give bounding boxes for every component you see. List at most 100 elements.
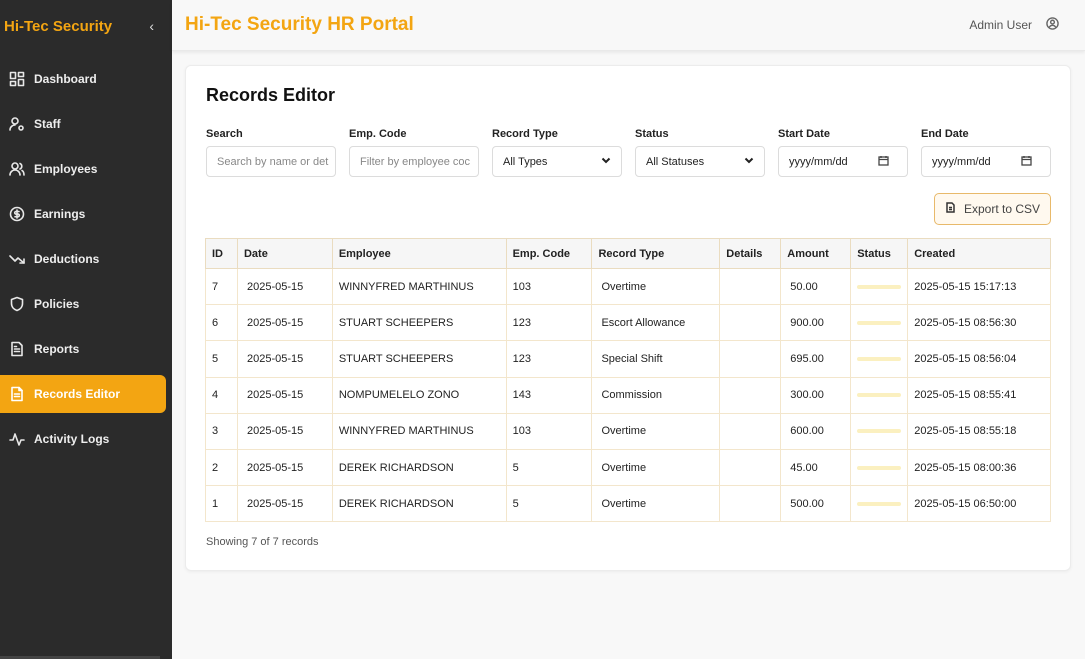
cell-id: 2 [205, 448, 238, 487]
start-date-value: yyyy/mm/dd [789, 155, 848, 168]
sidebar-item-reports[interactable]: Reports [0, 330, 166, 368]
search-label: Search [206, 128, 243, 140]
column-header[interactable]: Date [236, 238, 333, 269]
collapse-sidebar-icon[interactable]: ‹ [149, 18, 154, 34]
cell-id: 7 [205, 267, 238, 306]
sidebar-item-activity-logs[interactable]: Activity Logs [0, 420, 166, 458]
cell-amount: 695.00 [780, 340, 852, 378]
cell-emp-code: 123 [505, 304, 593, 342]
cell-emp-code: 103 [505, 267, 593, 306]
export-csv-button[interactable]: Export to CSV [934, 193, 1051, 225]
search-input[interactable]: Search by name or det [206, 146, 336, 177]
report-icon [9, 341, 25, 357]
start-date-label: Start Date [778, 128, 830, 140]
sidebar-item-label: Activity Logs [34, 432, 110, 446]
records-table: ID Date Employee Emp. Code Record Type D… [205, 238, 1051, 523]
trend-down-icon [9, 251, 25, 267]
table-row[interactable]: 6 2025-05-15 STUART SCHEEPERS 123 Escort… [205, 304, 1051, 342]
cell-status [850, 485, 909, 523]
column-header[interactable]: Employee [331, 238, 507, 269]
column-header[interactable]: Status [850, 238, 909, 269]
column-header[interactable]: Emp. Code [505, 238, 593, 269]
calendar-icon[interactable] [1021, 155, 1032, 169]
sidebar-item-dashboard[interactable]: Dashboard [0, 60, 166, 98]
sidebar-item-label: Reports [34, 342, 80, 356]
chevron-down-icon [601, 155, 611, 168]
filter-start-date: Start Date yyyy/mm/dd [778, 128, 908, 177]
cell-amount: 600.00 [780, 412, 852, 450]
cell-status [850, 304, 909, 342]
status-badge [857, 393, 902, 398]
table-row[interactable]: 2 2025-05-15 DEREK RICHARDSON 5 Overtime… [205, 448, 1051, 487]
status-select[interactable]: All Statuses [635, 146, 765, 177]
dollar-icon [9, 206, 25, 222]
sidebar-item-label: Policies [34, 297, 80, 311]
top-header: Hi-Tec Security HR Portal Admin User [172, 0, 1085, 51]
table-row[interactable]: 4 2025-05-15 NOMPUMELELO ZONO 143 Commis… [205, 376, 1051, 414]
table-row[interactable]: 3 2025-05-15 WINNYFRED MARTHINUS 103 Ove… [205, 412, 1051, 450]
column-header[interactable]: Amount [780, 238, 852, 269]
sidebar-item-policies[interactable]: Policies [0, 285, 166, 323]
cell-id: 3 [205, 412, 238, 450]
column-header[interactable]: Record Type [591, 238, 721, 269]
sidebar-item-earnings[interactable]: Earnings [0, 195, 166, 233]
cell-details [719, 412, 782, 450]
sidebar-item-staff[interactable]: Staff [0, 105, 166, 143]
sidebar-item-records-editor[interactable]: Records Editor [0, 375, 166, 413]
shield-icon [9, 296, 25, 312]
start-date-input[interactable]: yyyy/mm/dd [778, 146, 908, 177]
table-header-row: ID Date Employee Emp. Code Record Type D… [205, 238, 1051, 269]
cell-details [719, 485, 782, 523]
cell-record-type: Overtime [591, 412, 721, 450]
record-type-value: All Types [503, 155, 548, 168]
cell-id: 5 [205, 340, 238, 378]
cell-details [719, 267, 782, 306]
cell-record-type: Overtime [591, 485, 721, 523]
cell-emp-code: 143 [505, 376, 593, 414]
record-type-select[interactable]: All Types [492, 146, 622, 177]
grid-icon [9, 71, 25, 87]
end-date-value: yyyy/mm/dd [932, 155, 991, 168]
cell-employee: DEREK RICHARDSON [331, 485, 507, 523]
cell-employee: STUART SCHEEPERS [331, 340, 507, 378]
sidebar-item-employees[interactable]: Employees [0, 150, 166, 188]
column-header[interactable]: Created [907, 238, 1051, 269]
cell-employee: STUART SCHEEPERS [331, 304, 507, 342]
records-count: Showing 7 of 7 records [206, 536, 319, 548]
table-row[interactable]: 7 2025-05-15 WINNYFRED MARTHINUS 103 Ove… [205, 267, 1051, 306]
end-date-input[interactable]: yyyy/mm/dd [921, 146, 1051, 177]
cell-created: 2025-05-15 08:56:30 [907, 304, 1051, 342]
filters-row: Search Search by name or det Emp. Code F… [206, 128, 1051, 177]
cell-details [719, 340, 782, 378]
cell-created: 2025-05-15 08:55:41 [907, 376, 1051, 414]
status-label: Status [635, 128, 669, 140]
table-row[interactable]: 1 2025-05-15 DEREK RICHARDSON 5 Overtime… [205, 485, 1051, 523]
cell-amount: 500.00 [780, 485, 852, 523]
user-area: Admin User [969, 17, 1059, 33]
file-icon [945, 202, 956, 216]
cell-created: 2025-05-15 06:50:00 [907, 485, 1051, 523]
column-header[interactable]: Details [719, 238, 782, 269]
status-badge [857, 501, 902, 506]
sidebar-item-deductions[interactable]: Deductions [0, 240, 166, 278]
table-row[interactable]: 5 2025-05-15 STUART SCHEEPERS 123 Specia… [205, 340, 1051, 378]
cell-amount: 900.00 [780, 304, 852, 342]
cell-status [850, 412, 909, 450]
cell-created: 2025-05-15 08:56:04 [907, 340, 1051, 378]
user-name[interactable]: Admin User [969, 18, 1032, 32]
cell-status [850, 267, 909, 306]
cell-status [850, 448, 909, 487]
user-circle-icon[interactable] [1046, 17, 1059, 33]
cell-emp-code: 5 [505, 485, 593, 523]
sidebar-item-label: Dashboard [34, 72, 97, 86]
column-header[interactable]: ID [205, 238, 238, 269]
cell-emp-code: 123 [505, 340, 593, 378]
cell-date: 2025-05-15 [236, 448, 333, 487]
cell-employee: WINNYFRED MARTHINUS [331, 412, 507, 450]
calendar-icon[interactable] [878, 155, 889, 169]
cell-date: 2025-05-15 [236, 376, 333, 414]
cell-id: 1 [205, 485, 238, 523]
cell-record-type: Special Shift [591, 340, 721, 378]
filter-status: Status All Statuses [635, 128, 765, 177]
empcode-input[interactable]: Filter by employee coc [349, 146, 479, 177]
